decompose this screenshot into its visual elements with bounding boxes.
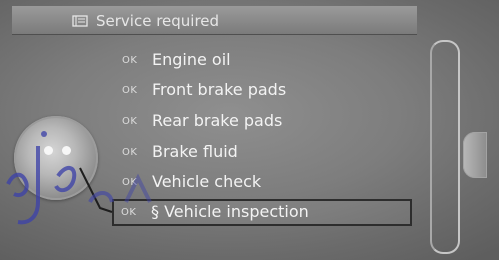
list-item-label: Engine oil [152, 50, 231, 69]
knob-dot [62, 146, 71, 155]
status-badge: OK [122, 85, 138, 96]
list-item-engine-oil[interactable]: OK Engine oil [113, 48, 408, 74]
list-item-rear-brake-pads[interactable]: OK Rear brake pads [113, 109, 408, 135]
side-dial[interactable] [463, 132, 487, 178]
status-badge: OK [122, 147, 138, 158]
header-bar: Service required [12, 6, 417, 35]
status-badge: OK [122, 55, 138, 66]
list-item-label: Front brake pads [152, 80, 287, 99]
status-badge: OK [121, 207, 137, 218]
list-item-vehicle-inspection[interactable]: OK § Vehicle inspection [112, 199, 412, 226]
status-badge: OK [122, 116, 138, 127]
list-item-label: Brake fluid [152, 142, 238, 161]
list-item-brake-fluid[interactable]: OK Brake fluid [113, 140, 408, 166]
service-book-icon [72, 15, 88, 27]
list-item-label: § Vehicle inspection [151, 202, 309, 221]
display-screen: Service required OK Engine oil OK Front … [0, 0, 499, 260]
list-item-label: Vehicle check [152, 172, 262, 191]
list-item-label: Rear brake pads [152, 111, 283, 130]
knob-dot [44, 146, 53, 155]
list-item-front-brake-pads[interactable]: OK Front brake pads [113, 78, 408, 104]
page-title: Service required [96, 12, 220, 30]
controller-knob[interactable] [14, 116, 98, 200]
list-item-vehicle-check[interactable]: OK Vehicle check [113, 170, 408, 196]
status-badge: OK [122, 177, 138, 188]
scroll-track[interactable] [430, 40, 460, 254]
